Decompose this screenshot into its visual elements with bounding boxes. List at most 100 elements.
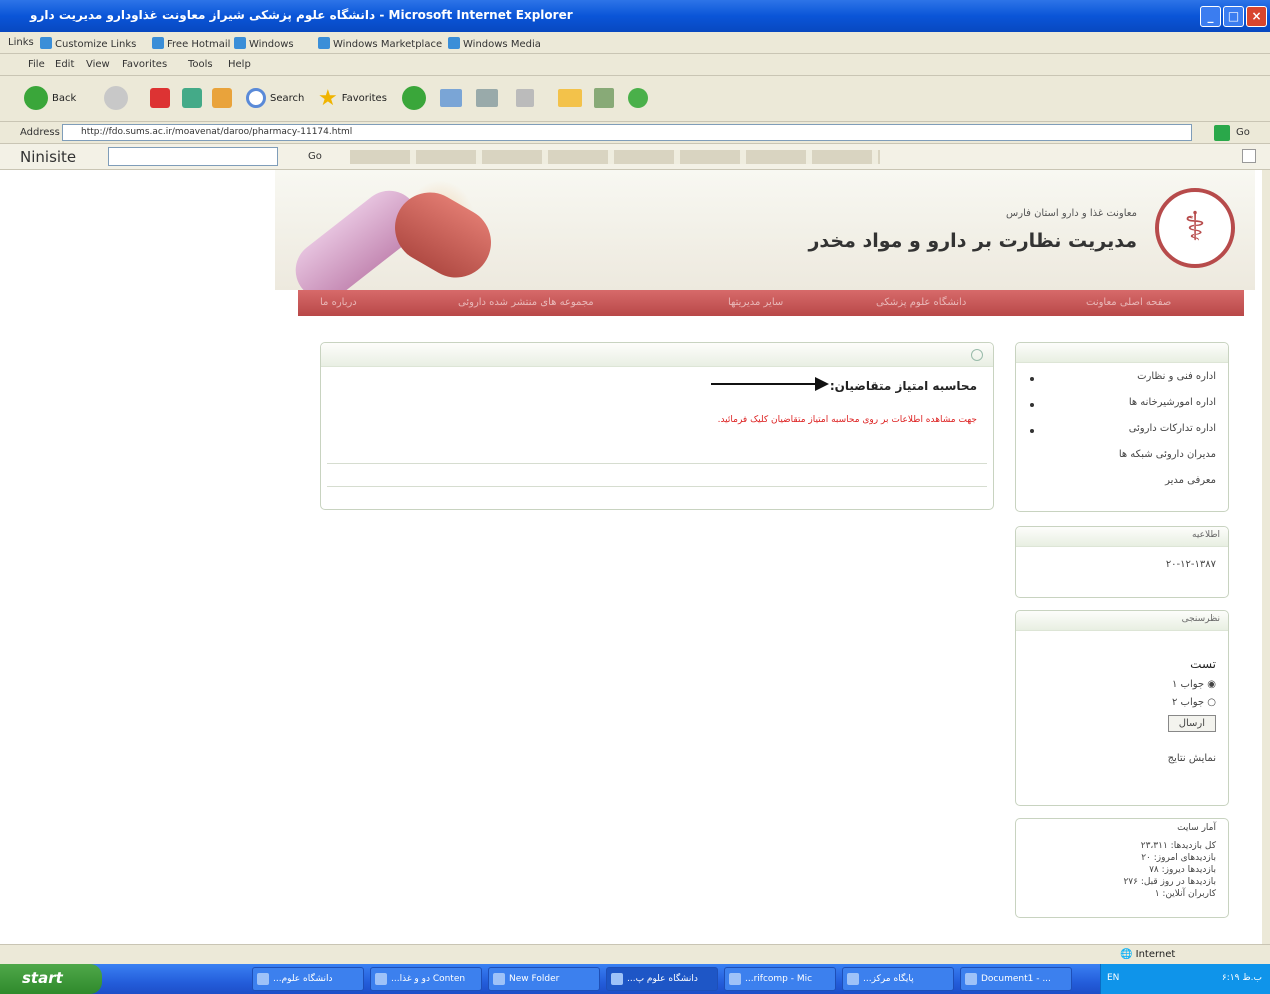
news-item[interactable]: ۲۰-۱۲-۱۳۸۷	[1166, 559, 1216, 570]
menu-help[interactable]: Help	[228, 59, 251, 70]
link-label: Windows	[249, 39, 294, 50]
menu-edit[interactable]: Edit	[55, 59, 74, 70]
go-button[interactable]: Go	[1236, 127, 1250, 138]
back-button[interactable]: Back	[24, 84, 76, 112]
sidebar-link-network-managers[interactable]: مدیران داروئی شبکه ها	[1119, 449, 1216, 460]
links-label: Links	[8, 37, 34, 48]
close-button[interactable]: ×	[1246, 6, 1267, 27]
folder-icon	[493, 973, 505, 985]
language-indicator[interactable]: EN	[1107, 973, 1119, 983]
taskbar-item[interactable]: ...دو و غذا Conten	[370, 967, 482, 991]
menu-view[interactable]: View	[86, 59, 110, 70]
nav-home[interactable]: صفحه اصلی معاونت	[1086, 297, 1171, 308]
print-button[interactable]	[476, 84, 498, 112]
menu-file[interactable]: File	[28, 59, 45, 70]
history-button[interactable]	[402, 84, 426, 112]
go-arrow-icon[interactable]	[1214, 125, 1230, 141]
sidebar-link-technical[interactable]: اداره فنی و نظارت	[1137, 371, 1216, 382]
favorites-button[interactable]: ★ Favorites	[318, 84, 387, 112]
links-bar: Links Customize Links Free Hotmail Windo…	[0, 32, 1270, 54]
task-label: ...دانشگاه علوم پ	[627, 974, 698, 984]
forward-button[interactable]	[104, 84, 128, 112]
site-nav: درباره ما مجموعه های منتشر شده داروئی سا…	[298, 290, 1244, 316]
link-hotmail[interactable]: Free Hotmail	[152, 37, 230, 50]
minimize-button[interactable]: _	[1200, 6, 1221, 27]
poll-results-link[interactable]: نمایش نتایج	[1168, 753, 1216, 764]
header-subtitle: معاونت غذا و دارو استان فارس	[1006, 208, 1137, 219]
sidebar-link-procurement[interactable]: اداره تدارکات داروئی	[1129, 423, 1216, 434]
poll-option-2[interactable]: ○ جواب ۲	[1172, 697, 1216, 708]
window-icon	[375, 973, 387, 985]
poll-panel: نظرسنجی تست ◉ جواب ۱ ○ جواب ۲ ارسال نمای…	[1015, 610, 1229, 806]
bullet-icon	[1030, 429, 1034, 433]
stop-button[interactable]	[150, 84, 170, 112]
window-icon	[847, 973, 859, 985]
link-marketplace[interactable]: Windows Marketplace	[318, 37, 442, 50]
link-windows[interactable]: Windows	[234, 37, 294, 50]
edit-button[interactable]	[516, 84, 534, 112]
mail-button[interactable]	[440, 84, 462, 112]
ninisite-links[interactable]	[350, 150, 880, 164]
stats-line: کل بازدیدها: ۲۳،۳۱۱	[1140, 841, 1216, 851]
link-media[interactable]: Windows Media	[448, 37, 541, 50]
poll-submit-button[interactable]: ارسال	[1167, 715, 1216, 732]
taskbar-item[interactable]: Document1 - ...	[960, 967, 1072, 991]
taskbar-item[interactable]: ...rifcomp - Mic	[724, 967, 836, 991]
taskbar-item[interactable]: New Folder	[488, 967, 600, 991]
ninisite-search-input[interactable]	[108, 147, 278, 166]
link-label: Free Hotmail	[167, 39, 231, 50]
nav-publications[interactable]: مجموعه های منتشر شده داروئی	[458, 297, 594, 308]
ninisite-go-button[interactable]: Go	[308, 151, 322, 162]
toolbar-expand-icon[interactable]	[1242, 149, 1256, 163]
windows-flag-icon	[318, 37, 330, 49]
address-input[interactable]: http://fdo.sums.ac.ir/moavenat/daroo/pha…	[62, 124, 1192, 141]
mail-icon	[440, 89, 462, 107]
panel-header	[1016, 343, 1228, 363]
star-icon: ★	[318, 85, 338, 111]
back-arrow-icon	[24, 86, 48, 110]
main-panel: محاسبه امتیاز متقاضیان: جهت مشاهده اطلاع…	[320, 342, 994, 510]
menu-tools[interactable]: Tools	[188, 59, 213, 70]
score-note[interactable]: جهت مشاهده اطلاعات بر روی محاسبه امتیاز …	[718, 415, 977, 425]
window-icon	[257, 973, 269, 985]
news-title: اطلاعیه	[1016, 527, 1228, 547]
address-bar: Address http://fdo.sums.ac.ir/moavenat/d…	[0, 122, 1270, 144]
refresh-button[interactable]	[182, 84, 202, 112]
stats-line: بازدیدها در روز قبل: ۲۷۶	[1123, 877, 1216, 887]
clock[interactable]: ۶:۱۹ ب.ظ	[1222, 973, 1262, 983]
sidebar-link-director[interactable]: معرفی مدیر	[1165, 475, 1216, 486]
address-url: http://fdo.sums.ac.ir/moavenat/daroo/pha…	[81, 127, 353, 137]
ninisite-brand[interactable]: Ninisite	[20, 148, 76, 166]
research-button[interactable]	[594, 84, 614, 112]
start-button[interactable]: start	[0, 964, 102, 994]
nav-about[interactable]: درباره ما	[320, 297, 357, 308]
back-label: Back	[52, 92, 77, 104]
taskbar-item[interactable]: ...دانشگاه علوم	[252, 967, 364, 991]
menu-favorites[interactable]: Favorites	[122, 59, 167, 70]
messenger-button[interactable]	[628, 84, 648, 112]
ie-page-icon	[448, 37, 460, 49]
maximize-button[interactable]: □	[1223, 6, 1244, 27]
sidebar-link-pharmacies[interactable]: اداره امورشیرخانه ها	[1129, 397, 1216, 408]
taskbar-item-active[interactable]: ...دانشگاه علوم پ	[606, 967, 718, 991]
applicant-score-link[interactable]: محاسبه امتیاز متقاضیان:	[830, 379, 977, 393]
nav-university[interactable]: دانشگاه علوم پزشکی	[876, 297, 966, 308]
poll-option-1[interactable]: ◉ جواب ۱	[1172, 679, 1216, 690]
link-customize[interactable]: Customize Links	[40, 37, 136, 50]
menu-bar: File Edit View Favorites Tools Help	[0, 54, 1270, 76]
folder-button[interactable]	[558, 84, 582, 112]
home-button[interactable]	[212, 84, 232, 112]
ie-page-icon	[152, 37, 164, 49]
bullet-icon	[1030, 403, 1034, 407]
poll-option-label: جواب ۲	[1172, 697, 1205, 708]
zone-label: Internet	[1135, 949, 1176, 960]
ninisite-toolbar: Ninisite Go	[0, 144, 1270, 170]
nav-other-departments[interactable]: سایر مدیریتها	[728, 297, 783, 308]
taskbar-item[interactable]: ...پایگاه مرکز	[842, 967, 954, 991]
search-button[interactable]: Search	[246, 84, 304, 112]
word-icon	[965, 973, 977, 985]
university-logo: ⚕	[1155, 188, 1235, 268]
search-label: Search	[270, 92, 305, 104]
address-label: Address	[20, 127, 60, 138]
print-icon	[476, 89, 498, 107]
